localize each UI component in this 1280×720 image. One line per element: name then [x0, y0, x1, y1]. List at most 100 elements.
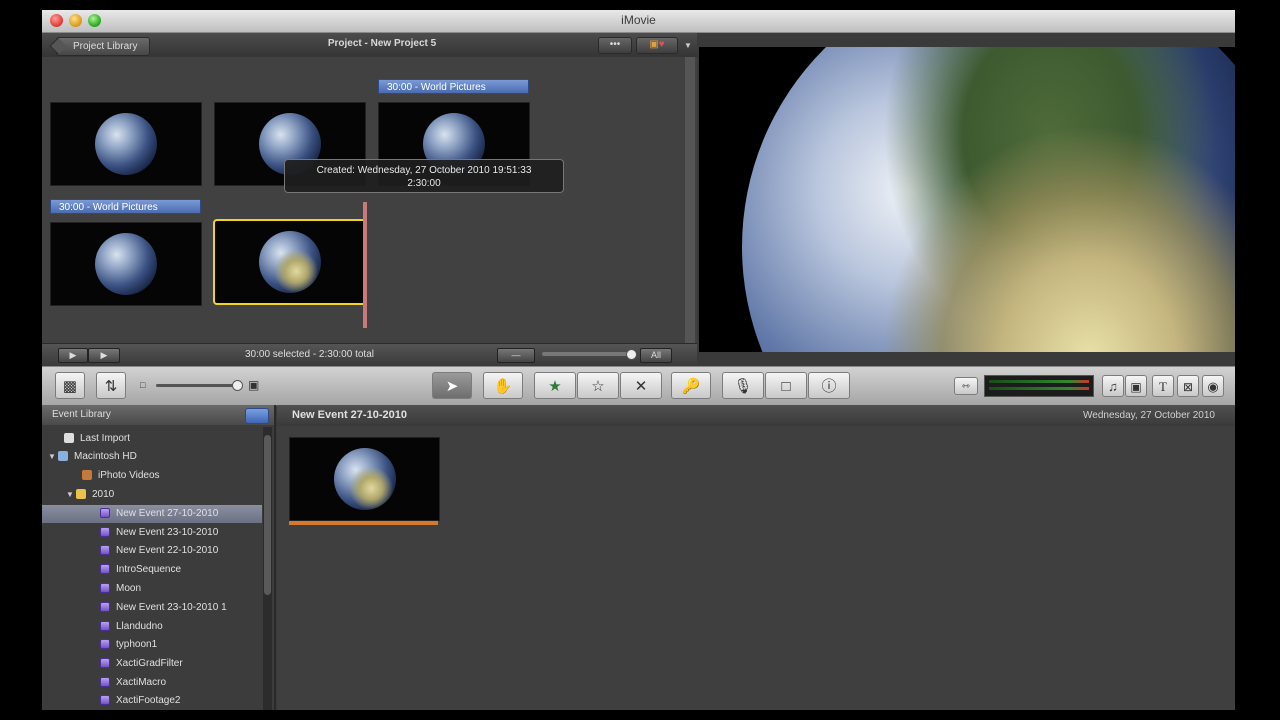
title-t-icon: T — [1159, 379, 1167, 394]
library-item-label: iPhoto Videos — [98, 470, 160, 481]
earth-thumbnail — [259, 231, 321, 293]
audio-skimming-button[interactable]: ⇿ — [954, 377, 978, 395]
film-icon — [64, 433, 74, 444]
used-in-project-bar — [289, 521, 438, 525]
library-item-last-import[interactable]: Last Import — [42, 430, 262, 448]
library-scrollbar[interactable] — [263, 427, 272, 710]
event-icon — [100, 508, 110, 519]
reject-button[interactable]: ✕ — [620, 372, 662, 399]
earth-thumbnail — [333, 448, 396, 510]
library-item-label: Last Import — [80, 433, 131, 444]
zoom-slider[interactable] — [542, 349, 637, 360]
event-browser-header: New Event 27-10-2010 Wednesday, 27 Octob… — [277, 405, 1235, 426]
event-icon — [100, 677, 110, 688]
transitions-browser-button[interactable]: ⊠ — [1177, 375, 1199, 397]
library-item-event[interactable]: XactiMacro — [42, 674, 262, 692]
play-fullscreen-button[interactable]: ▶ — [58, 348, 88, 363]
library-item-event[interactable]: Llandudno — [42, 618, 262, 636]
selected-project-clip[interactable] — [213, 219, 367, 305]
project-library-button[interactable]: Project Library — [56, 37, 151, 56]
title-bar: iMovie — [42, 10, 1235, 33]
more-options-button[interactable]: ••• — [598, 37, 632, 54]
library-item-event[interactable]: typhoon1 — [42, 636, 262, 654]
project-clip[interactable] — [50, 222, 202, 306]
mark-favorite-button[interactable]: ★ — [534, 372, 576, 399]
library-item-event[interactable]: XactiFootage2 — [42, 692, 262, 710]
thumbnail-size-button[interactable]: — — [497, 348, 535, 363]
library-item-label: Moon — [116, 583, 142, 594]
playhead[interactable] — [363, 202, 367, 328]
voiceover-button[interactable]: 🎙 — [722, 372, 764, 399]
transition-icon: ⊠ — [1182, 380, 1194, 394]
clip-info-tooltip: Created: Wednesday, 27 October 2010 19:5… — [284, 159, 564, 193]
iphoto-icon — [82, 470, 92, 481]
hand-tool-button[interactable]: ✋ — [483, 372, 523, 399]
event-icon — [100, 564, 110, 575]
library-item-event[interactable]: Moon — [42, 580, 262, 598]
keyword-button[interactable]: 🔑 — [671, 372, 711, 399]
play-project-button[interactable]: ▶ — [88, 348, 120, 363]
theme-button[interactable]: ▣♥ — [636, 37, 678, 54]
library-item-label: XactiFootage2 — [116, 695, 181, 706]
disclosure-triangle-icon[interactable]: ▼ — [48, 448, 58, 466]
unmark-button[interactable]: ☆ — [577, 372, 619, 399]
event-icon — [100, 658, 110, 669]
library-item-event[interactable]: New Event 22-10-2010 — [42, 542, 262, 560]
tooltip-created-text: Created: Wednesday, 27 October 2010 19:5… — [316, 165, 532, 176]
earth-thumbnail — [95, 113, 157, 175]
library-item-label: New Event 23-10-2010 — [116, 527, 219, 538]
library-item-label: XactiMacro — [116, 677, 167, 688]
event-icon — [100, 639, 110, 650]
library-item-event[interactable]: New Event 23-10-2010 1 — [42, 599, 262, 617]
show-all-button[interactable]: All — [640, 348, 672, 363]
library-item-label: IntroSequence — [116, 564, 182, 575]
library-item-label: New Event 23-10-2010 1 — [116, 602, 227, 613]
project-title: Project - New Project 5 — [327, 38, 437, 49]
filled-star-icon: ★ — [548, 378, 562, 395]
library-item-event[interactable]: New Event 27-10-2010 — [42, 505, 262, 523]
library-item-event[interactable]: IntroSequence — [42, 561, 262, 579]
library-scroll-thumb[interactable] — [264, 435, 271, 595]
project-scrollbar[interactable] — [685, 57, 695, 357]
video-viewer[interactable] — [699, 47, 1235, 352]
library-item-label: XactiGradFilter — [116, 658, 183, 669]
maps-browser-button[interactable]: ◉ — [1202, 375, 1224, 397]
show-events-button[interactable] — [245, 408, 269, 424]
person-icon: ▣ — [248, 378, 260, 392]
library-item-label: New Event 27-10-2010 — [116, 508, 219, 519]
title-overlay-bar[interactable]: 30:00 - World Pictures — [378, 79, 529, 94]
crop-icon: □ — [781, 378, 791, 395]
photo-browser-button[interactable]: ▣ — [1125, 375, 1147, 397]
project-clip[interactable] — [50, 102, 202, 186]
hand-icon: ✋ — [493, 378, 513, 395]
arrow-cursor-icon: ➤ — [445, 378, 459, 395]
event-library-title: Event Library — [52, 409, 111, 420]
library-item-event[interactable]: XactiGradFilter — [42, 655, 262, 673]
microphone-icon: 🎙 — [733, 378, 753, 395]
folder-icon — [76, 489, 86, 500]
zoom-slider-knob[interactable] — [626, 349, 637, 360]
disclosure-triangle-icon[interactable]: ▼ — [66, 486, 76, 504]
selection-status: 30:00 selected - 2:30:00 total — [245, 349, 374, 360]
titles-browser-button[interactable]: T — [1152, 375, 1174, 397]
library-item-label: typhoon1 — [116, 639, 158, 650]
event-icon — [100, 583, 110, 594]
camera-icon: ▩ — [62, 378, 78, 395]
inspector-button[interactable]: ⓘ — [808, 372, 850, 399]
library-item-2010[interactable]: ▼ 2010 — [42, 486, 262, 504]
select-tool-button[interactable]: ➤ — [432, 372, 472, 399]
thumbnail-zoom-slider[interactable] — [156, 380, 243, 391]
camera-import-button[interactable]: ▩ — [55, 372, 85, 399]
thumbnail-zoom-knob[interactable] — [232, 380, 243, 391]
title-overlay-bar[interactable]: 30:00 - World Pictures — [50, 199, 201, 214]
crop-button[interactable]: □ — [765, 372, 807, 399]
library-item-iphoto-videos[interactable]: iPhoto Videos — [42, 467, 262, 485]
music-browser-button[interactable]: ♫ — [1102, 375, 1124, 397]
swap-events-projects-button[interactable]: ⇅ — [96, 372, 126, 399]
event-clip[interactable] — [289, 437, 440, 521]
library-item-macintosh-hd[interactable]: ▼ Macintosh HD — [42, 448, 262, 466]
chevron-down-icon[interactable]: ▼ — [684, 41, 692, 50]
library-item-event[interactable]: New Event 23-10-2010 — [42, 524, 262, 542]
event-browser: New Event 27-10-2010 Wednesday, 27 Octob… — [277, 405, 1235, 710]
earth-preview-image — [742, 47, 1235, 352]
